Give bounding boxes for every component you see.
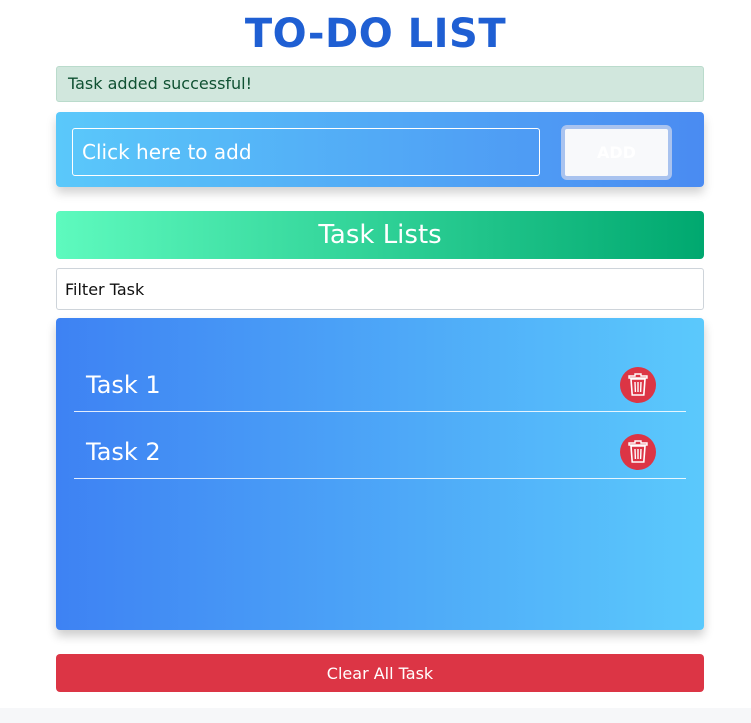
page-title: TO-DO LIST xyxy=(244,11,507,57)
footer-strip xyxy=(0,708,751,723)
task-list: Task 1 Task 2 xyxy=(56,318,704,630)
trash-icon xyxy=(628,373,648,396)
todo-page: TO-DO LIST Task added successful! ADD Ta… xyxy=(0,0,751,723)
task-label: Task 2 xyxy=(86,438,161,466)
filter-task-input[interactable] xyxy=(56,268,704,310)
task-item: Task 2 xyxy=(74,412,686,479)
clear-all-button[interactable]: Clear All Task xyxy=(56,654,704,692)
add-task-input[interactable] xyxy=(72,128,540,176)
success-alert: Task added successful! xyxy=(56,66,704,102)
add-button[interactable]: ADD xyxy=(561,125,672,180)
task-label: Task 1 xyxy=(86,371,161,399)
task-list-header: Task Lists xyxy=(56,211,704,259)
task-item: Task 1 xyxy=(74,345,686,412)
delete-task-button[interactable] xyxy=(620,367,656,403)
add-task-form: ADD xyxy=(56,112,704,187)
delete-task-button[interactable] xyxy=(620,434,656,470)
trash-icon xyxy=(628,440,648,463)
